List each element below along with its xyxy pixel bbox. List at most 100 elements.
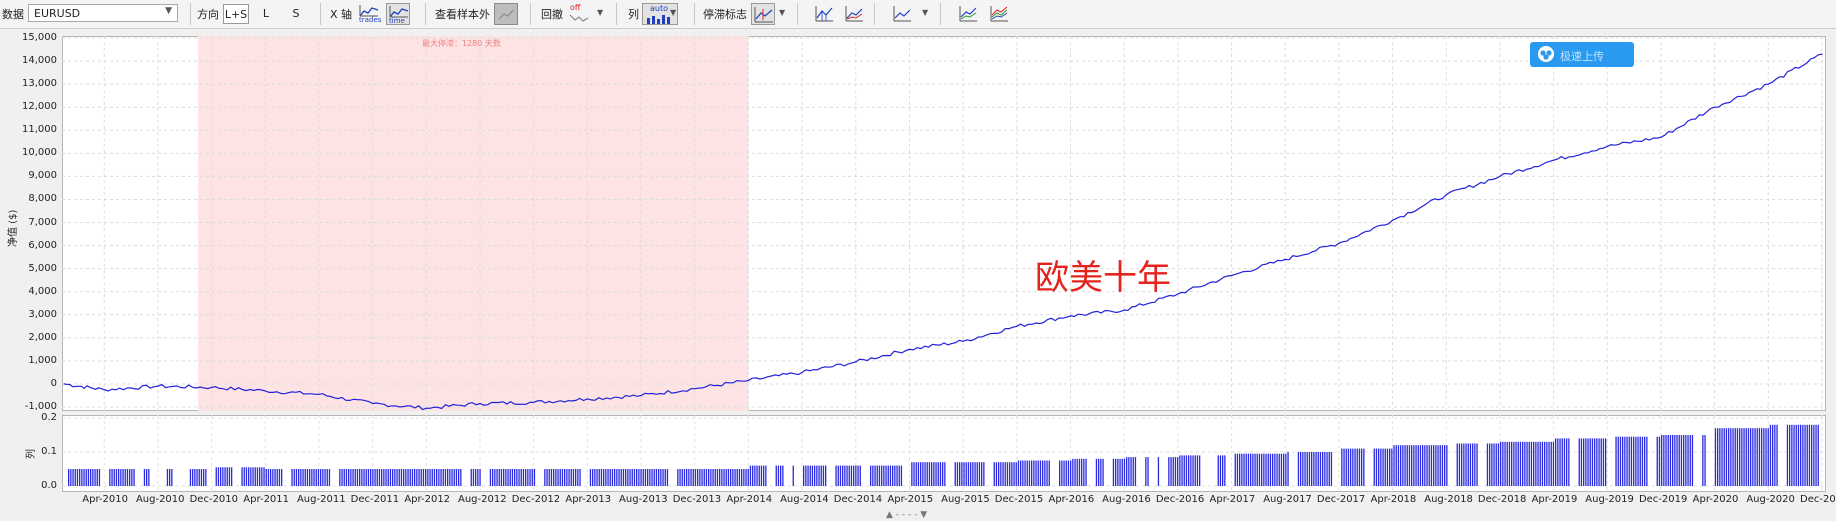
- chevron-down-icon[interactable]: ▼: [670, 8, 676, 17]
- chevron-down-icon[interactable]: ▼: [597, 8, 603, 17]
- lot-bar: [83, 469, 85, 486]
- chevron-down-icon[interactable]: ▼: [779, 8, 785, 17]
- lot-bar: [1011, 462, 1013, 486]
- lot-bar: [148, 469, 150, 486]
- lot-bar: [939, 462, 942, 486]
- xaxis-time-button[interactable]: time: [386, 3, 410, 25]
- x-tick-label: Dec-2016: [1155, 494, 1205, 505]
- direction-long-button[interactable]: L: [256, 4, 276, 24]
- lot-bar: [1646, 436, 1648, 486]
- lot-bar: [356, 469, 359, 486]
- stagnation-icon: [754, 7, 773, 23]
- lot-bar: [981, 462, 983, 486]
- x-tick-label: Dec-2010: [189, 494, 239, 505]
- lot-bar: [1430, 445, 1433, 486]
- lot-bar: [745, 469, 747, 486]
- equity-y-tick: -1,000: [24, 401, 57, 412]
- lot-bar: [1311, 452, 1313, 486]
- lot-bar: [1024, 460, 1026, 486]
- separator: [694, 3, 695, 25]
- chart-type-button[interactable]: [890, 3, 914, 25]
- lot-bar: [1070, 460, 1072, 486]
- lot-bar: [1272, 453, 1274, 486]
- lot-bar: [594, 469, 596, 486]
- out-of-sample-toggle[interactable]: [494, 3, 518, 25]
- lot-bar: [1256, 453, 1258, 486]
- drawdown-button[interactable]: off: [567, 3, 591, 25]
- lot-bar: [1676, 435, 1678, 486]
- lot-bar: [1524, 441, 1526, 486]
- drawdown-label: 回撤: [541, 8, 563, 21]
- lot-bar: [1048, 460, 1050, 486]
- lot-bar: [109, 469, 111, 486]
- lot-bar: [1456, 443, 1458, 486]
- lot-bar: [752, 465, 754, 486]
- lot-bar: [291, 469, 293, 486]
- lot-bar: [814, 465, 816, 486]
- lot-bar: [79, 469, 81, 486]
- lot-bar: [1563, 438, 1566, 486]
- column-auto-text: auto: [650, 4, 669, 13]
- lot-bar: [1678, 435, 1680, 486]
- lot-bar: [343, 469, 345, 486]
- x-tick-label: Apr-2019: [1531, 494, 1578, 505]
- lot-bar: [616, 469, 618, 486]
- equity-y-tick: 7,000: [28, 216, 57, 228]
- lot-bar: [1406, 445, 1408, 486]
- lot-bar: [228, 467, 231, 486]
- lot-bar: [509, 469, 511, 486]
- x-tick-label: Aug-2019: [1585, 494, 1634, 505]
- lot-bar: [1723, 428, 1725, 486]
- compare-chart-button[interactable]: [956, 3, 980, 25]
- lot-bar: [1424, 445, 1426, 486]
- lot-bar: [1717, 428, 1719, 486]
- scroll-handle[interactable]: ▲ - - - - ▼: [886, 510, 927, 520]
- lot-bar: [1463, 443, 1465, 486]
- stagnation-label-wrap: 停滞标志: [703, 0, 747, 28]
- lot-bar: [756, 465, 758, 486]
- chart-style-button-2[interactable]: [842, 3, 866, 25]
- lot-bar: [1265, 453, 1267, 486]
- upload-button[interactable]: 极速上传: [1530, 42, 1634, 67]
- direction-short-button[interactable]: S: [286, 4, 306, 24]
- drawdown-label-wrap: 回撤: [541, 0, 563, 28]
- lot-bar: [477, 469, 479, 486]
- xaxis-trades-button[interactable]: trades: [357, 3, 381, 25]
- lot-bar: [1741, 428, 1743, 486]
- lot-bar: [1313, 452, 1315, 486]
- toolbar: 数据 EURUSD ▼ 方向 L+S L S X 轴 trades time 查…: [0, 0, 1836, 29]
- lot-bar: [392, 469, 394, 486]
- lot-bar: [1658, 436, 1661, 486]
- chart-style-button-1[interactable]: [812, 3, 836, 25]
- symbol-select[interactable]: EURUSD ▼: [28, 4, 178, 22]
- lot-bar: [1548, 441, 1550, 486]
- lot-bar: [1031, 460, 1033, 486]
- lot-bar: [1628, 436, 1630, 486]
- lot-bar: [120, 469, 122, 486]
- lot-bar: [248, 467, 250, 486]
- lot-bar: [365, 469, 367, 486]
- lot-bar: [548, 469, 550, 486]
- lot-bar: [196, 469, 198, 486]
- lot-bar: [1411, 445, 1413, 486]
- lot-bar: [1789, 424, 1791, 486]
- lot-bar: [805, 465, 807, 486]
- equity-y-tick: 1,000: [28, 354, 57, 366]
- stagnation-button[interactable]: [751, 3, 775, 25]
- lot-bar: [1619, 436, 1622, 486]
- lot-bar: [944, 462, 946, 486]
- chevron-down-icon[interactable]: ▼: [922, 8, 928, 17]
- lot-bar: [883, 465, 885, 486]
- lot-bar: [1530, 441, 1533, 486]
- lot-bar: [1763, 428, 1765, 486]
- lot-bar: [245, 467, 248, 486]
- lot-bar: [265, 469, 267, 486]
- lot-bar: [664, 469, 666, 486]
- direction-ls-button[interactable]: L+S: [223, 4, 249, 24]
- equity-point: [1553, 159, 1555, 161]
- lot-bar: [1600, 438, 1602, 486]
- portfolio-chart-button[interactable]: [987, 3, 1011, 25]
- lot-bar: [570, 469, 572, 486]
- lot-bar: [961, 462, 963, 486]
- lot-bar: [1596, 438, 1598, 486]
